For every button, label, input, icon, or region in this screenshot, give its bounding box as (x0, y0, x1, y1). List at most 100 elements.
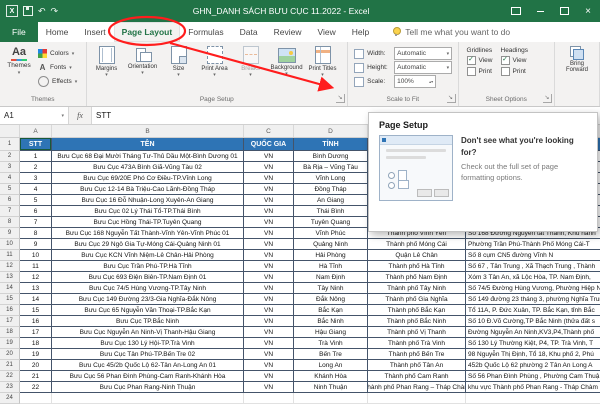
headings-print-checkbox[interactable] (501, 67, 510, 76)
row-number[interactable]: 14 (0, 283, 20, 294)
row-number[interactable]: 6 (0, 195, 20, 206)
cell[interactable]: Bưu Cục 02 Lý Thái Tổ-TP.Thái Bình (52, 206, 244, 217)
cell[interactable] (368, 393, 466, 404)
cell[interactable]: VN (244, 338, 294, 349)
cell[interactable]: Quận Lê Chân (368, 250, 466, 261)
tell-me-box[interactable]: Tell me what you want to do (393, 22, 510, 42)
cell[interactable]: VN (244, 283, 294, 294)
tab-insert[interactable]: Insert (76, 22, 113, 42)
cell[interactable]: Thành phố Bến Tre (368, 349, 466, 360)
cell[interactable]: Đường Nguyễn An Ninh,KV3,P4,Thành phố (466, 327, 600, 338)
cell[interactable]: Vĩnh Phúc (294, 228, 368, 239)
row-number[interactable]: 12 (0, 261, 20, 272)
cell[interactable]: VN (244, 294, 294, 305)
tab-file[interactable]: File (0, 22, 38, 42)
cell[interactable]: Bưu Cục 56 Phan Đình Phùng-Cam Ranh-Khán… (52, 371, 244, 382)
tab-help[interactable]: Help (344, 22, 377, 42)
cell[interactable]: 9 (20, 239, 52, 250)
cell[interactable]: 4 (20, 184, 52, 195)
cell[interactable]: Số 130 Lý Thường Kiệt, P4, TP. Trà Vinh,… (466, 338, 600, 349)
cell[interactable]: Bưu Cục Tân Phú-TP.Bến Tre 02 (52, 349, 244, 360)
cell[interactable]: 5 (20, 195, 52, 206)
chevron-down-icon[interactable]: ▾ (447, 65, 450, 71)
cell[interactable]: An Giang (294, 195, 368, 206)
cell[interactable]: Nam Định (294, 272, 368, 283)
insert-function-button[interactable]: fx (69, 107, 92, 124)
cell[interactable]: 3 (20, 173, 52, 184)
cell[interactable]: Số 149 đường 23 tháng 3, phường Nghĩa Tr… (466, 294, 600, 305)
themes-button[interactable]: Aa Themes ▾ (2, 44, 36, 76)
cell[interactable]: VN (244, 327, 294, 338)
cell[interactable]: Bưu Cục 130 Lý Hội-TP.Trà Vinh (52, 338, 244, 349)
tab-formulas[interactable]: Formulas (180, 22, 231, 42)
cell[interactable]: 11 (20, 261, 52, 272)
cell[interactable]: 7 (20, 217, 52, 228)
cell[interactable]: Thành phố Gia Nghĩa (368, 294, 466, 305)
undo-icon[interactable]: ↶ (38, 7, 46, 16)
page-setup-dialog-launcher-icon[interactable]: ↘ (336, 94, 345, 103)
row-number[interactable]: 21 (0, 360, 20, 371)
tab-home[interactable]: Home (38, 22, 77, 42)
cell[interactable]: 20 (20, 360, 52, 371)
cell[interactable]: VN (244, 305, 294, 316)
cell[interactable]: Thành phố Hà Tĩnh (368, 261, 466, 272)
cell[interactable]: Bà Rịa – Vũng Tàu (294, 162, 368, 173)
width-input[interactable]: Automatic▾ (394, 47, 452, 60)
cell[interactable]: Bưu Cục 29 Ngô Gia Tự-Móng Cái-Quảng Nin… (52, 239, 244, 250)
cell[interactable]: 12 (20, 272, 52, 283)
cell[interactable]: VN (244, 162, 294, 173)
cell[interactable]: Bưu Cục 12-14 Bà Triệu-Cao Lãnh-Đồng Thá… (52, 184, 244, 195)
cell[interactable]: Bắc Ninh (294, 316, 368, 327)
tab-page-layout[interactable]: Page Layout (114, 22, 181, 42)
name-box-dropdown-icon[interactable]: ▾ (61, 113, 64, 119)
headings-view-checkbox[interactable]: ✓ (501, 56, 510, 65)
row-number[interactable]: 16 (0, 305, 20, 316)
cell[interactable]: Hải Phòng (294, 250, 368, 261)
tab-review[interactable]: Review (266, 22, 310, 42)
fonts-button[interactable]: Fonts▾ (36, 61, 79, 74)
cell[interactable]: VN (244, 228, 294, 239)
gridlines-view-checkbox[interactable]: ✓ (467, 56, 476, 65)
cell[interactable]: VN (244, 250, 294, 261)
cell[interactable]: 13 (20, 283, 52, 294)
cell[interactable]: Bưu Cục Hồng Thái-TP.Tuyên Quang (52, 217, 244, 228)
select-all-corner[interactable] (0, 125, 20, 137)
cell[interactable]: Bưu Cục TP.Bắc Ninh (52, 316, 244, 327)
row-number[interactable]: 7 (0, 206, 20, 217)
cell[interactable]: Bắc Kạn (294, 305, 368, 316)
cell[interactable]: Bưu Cục Trần Phú-TP.Hà Tĩnh (52, 261, 244, 272)
print-titles-button[interactable]: Print Titles▾ (305, 44, 341, 78)
row-number[interactable]: 13 (0, 272, 20, 283)
cell[interactable]: Thái Bình (294, 206, 368, 217)
cell[interactable]: 21 (20, 371, 52, 382)
row-number[interactable]: 3 (0, 162, 20, 173)
cell[interactable]: 16 (20, 316, 52, 327)
cell[interactable]: Tuyên Quang (294, 217, 368, 228)
save-icon[interactable] (23, 6, 33, 16)
cell[interactable]: VN (244, 371, 294, 382)
cell[interactable]: Bưu Cục 473A Bình Giã-Vũng Tàu 02 (52, 162, 244, 173)
cell[interactable]: Bình Dương (294, 151, 368, 162)
cell[interactable]: VN (244, 195, 294, 206)
row-number[interactable]: 5 (0, 184, 20, 195)
ribbon-display-options-icon[interactable] (504, 0, 528, 22)
row-number[interactable]: 24 (0, 393, 20, 404)
cell[interactable]: 15 (20, 305, 52, 316)
cell[interactable]: Bến Tre (294, 349, 368, 360)
colors-button[interactable]: Colors▾ (36, 47, 79, 60)
row-number[interactable]: 9 (0, 228, 20, 239)
row-number[interactable]: 1 (0, 138, 20, 151)
cell[interactable]: VN (244, 151, 294, 162)
close-icon[interactable]: × (576, 0, 600, 22)
cell[interactable]: Bưu Cục 74/5 Hùng Vương-TP.Tây Ninh (52, 283, 244, 294)
row-number[interactable]: 18 (0, 327, 20, 338)
cell[interactable]: Số 10 Đ.Võ Cường,TP Bắc Ninh (thửa đất s (466, 316, 600, 327)
cell[interactable]: 8 (20, 228, 52, 239)
row-number[interactable]: 23 (0, 382, 20, 393)
tab-view[interactable]: View (309, 22, 343, 42)
cell[interactable]: Bưu Cục Nguyễn An Ninh-Vị Thanh-Hậu Gian… (52, 327, 244, 338)
cell[interactable]: Xóm 3 Tân An, xã Lộc Hòa, TP. Nam Định, (466, 272, 600, 283)
spinner-arrows-icon[interactable]: ▴▾ (429, 80, 433, 84)
row-number[interactable]: 10 (0, 239, 20, 250)
row-number[interactable]: 19 (0, 338, 20, 349)
